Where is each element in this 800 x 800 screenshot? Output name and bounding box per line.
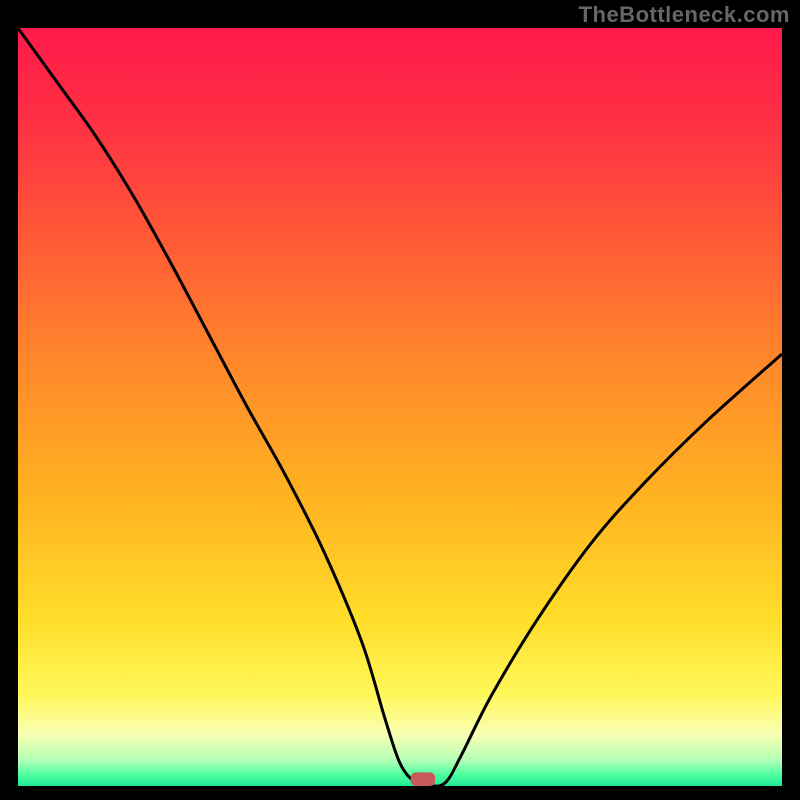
chart-container: TheBottleneck.com [0, 0, 800, 800]
watermark-text: TheBottleneck.com [579, 2, 790, 28]
chart-svg [18, 28, 782, 786]
gradient-background [18, 28, 782, 786]
plot-area [18, 28, 782, 786]
optimal-marker [411, 772, 435, 786]
